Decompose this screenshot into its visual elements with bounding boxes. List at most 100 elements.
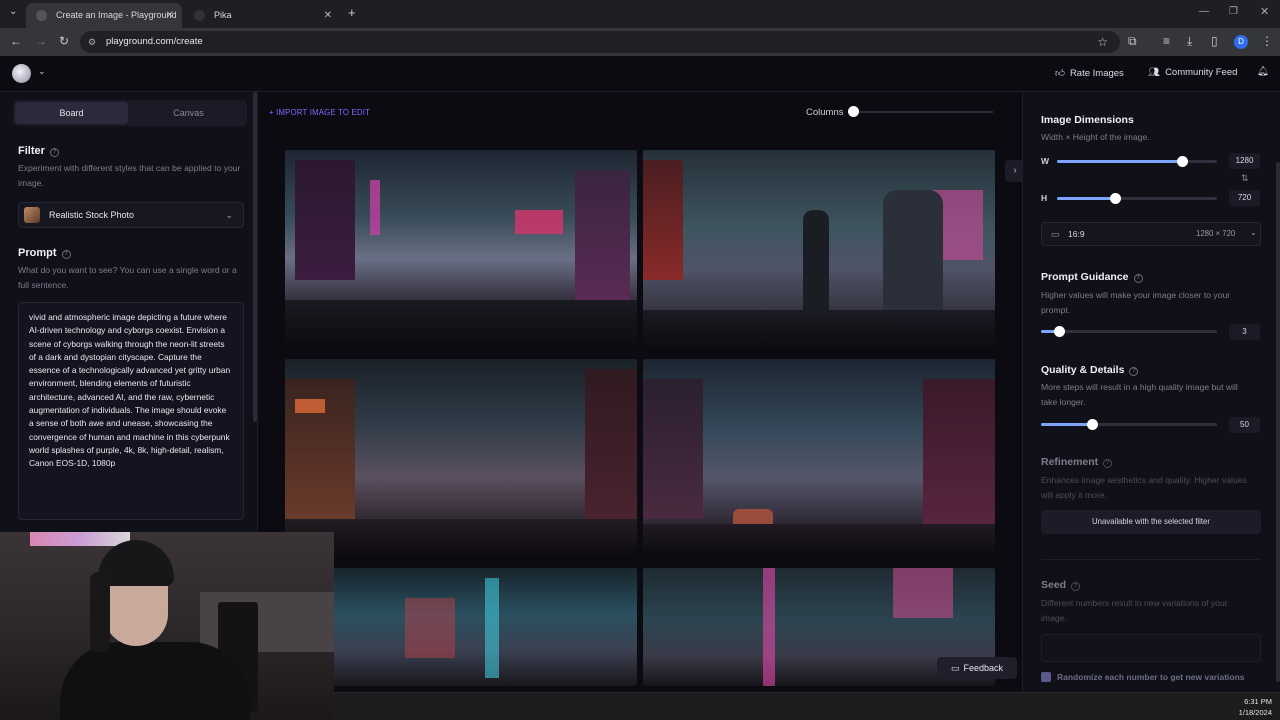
seed-title-text: Seed	[1041, 579, 1067, 591]
aspect-ratio-detail: 1280 × 720	[1196, 229, 1236, 238]
tab-playground[interactable]: Create an Image - Playground ✕	[26, 3, 182, 28]
playground-logo[interactable]	[12, 64, 31, 83]
chevron-down-icon: ⌄	[1250, 228, 1257, 237]
bookmark-star-icon[interactable]: ☆	[1097, 31, 1108, 53]
url-text: playground.com/create	[106, 36, 203, 47]
prompt-guidance-slider[interactable]	[1041, 326, 1217, 337]
webcam-lights	[30, 532, 130, 546]
tab-board[interactable]: Board	[15, 102, 128, 124]
side-panel-icon[interactable]: ▯	[1211, 34, 1218, 48]
extensions-icon[interactable]: ⧉	[1128, 34, 1137, 49]
image-dimensions-title: Image Dimensions	[1041, 114, 1134, 126]
new-tab-icon[interactable]: +	[348, 5, 356, 20]
height-label: H	[1041, 193, 1048, 203]
seed-help-icon[interactable]: ?	[1071, 582, 1081, 591]
chevron-down-icon: ⌄	[225, 210, 233, 220]
refinement-unavailable-button: Unavailable with the selected filter	[1041, 510, 1261, 534]
feedback-label: Feedback	[963, 663, 1004, 673]
address-bar-row: ← → ↻ ⚙ playground.com/create ☆ ⧉ ≡ ⤓ ▯ …	[0, 28, 1280, 56]
filter-help-icon[interactable]: ?	[49, 148, 59, 157]
swap-dimensions-icon[interactable]: ⇅	[1241, 173, 1249, 184]
thumbs-up-icon: 👍︎	[1055, 68, 1065, 79]
columns-label: Columns	[806, 107, 844, 118]
community-feed-button[interactable]: 👥︎ Community Feed	[1148, 67, 1237, 78]
refinement-title: Refinement?	[1041, 456, 1113, 468]
right-panel-scrollbar[interactable]	[1276, 162, 1280, 682]
aspect-rectangle-icon: ▭	[1051, 229, 1060, 239]
quality-details-value[interactable]: 50	[1229, 417, 1260, 433]
quality-details-handle[interactable]	[1087, 419, 1098, 430]
restore-icon[interactable]: ❐	[1229, 6, 1238, 17]
image-dimensions-description: Width × Height of the image.	[1041, 132, 1150, 142]
app-header: ⌄ 👍︎ Rate Images 👥︎ Community Feed 🔔︎	[0, 56, 1280, 92]
generated-image-4[interactable]	[643, 359, 995, 557]
webcam-person-hair	[90, 572, 110, 652]
left-panel-scrollbar[interactable]	[253, 92, 257, 422]
tab-list-chevron-icon[interactable]: ⌄	[9, 6, 17, 17]
height-slider-handle[interactable]	[1110, 193, 1121, 204]
close-tab-icon[interactable]: ✕	[166, 3, 174, 28]
seed-input[interactable]	[1041, 634, 1261, 662]
refinement-help-icon[interactable]: ?	[1103, 459, 1113, 468]
tab-pika[interactable]: Pika ✕	[184, 3, 340, 28]
account-menu-chevron-icon[interactable]: ⌄	[38, 66, 46, 77]
site-info-icon[interactable]: ⚙	[88, 31, 96, 53]
feedback-button[interactable]: ▭ Feedback	[937, 657, 1017, 679]
browser-menu-icon[interactable]: ⋮	[1261, 34, 1273, 48]
prompt-textarea[interactable]: vivid and atmospheric image depicting a …	[18, 302, 244, 520]
aspect-ratio-label: 16:9	[1068, 229, 1085, 239]
tab-canvas[interactable]: Canvas	[132, 102, 245, 124]
aspect-ratio-select[interactable]: ▭ 16:9 1280 × 720 ⌄	[1041, 222, 1261, 246]
prompt-title: Prompt?	[18, 247, 71, 259]
height-value[interactable]: 720	[1229, 190, 1260, 206]
prompt-guidance-handle[interactable]	[1054, 326, 1065, 337]
quality-details-help-icon[interactable]: ?	[1129, 367, 1139, 376]
prompt-description: What do you want to see? You can use a s…	[18, 265, 237, 290]
tab-label: Pika	[214, 10, 232, 20]
os-taskbar: 6:31 PM 1/18/2024	[334, 692, 1280, 720]
rate-images-label: Rate Images	[1069, 68, 1124, 79]
download-icon[interactable]: ⤓	[1187, 34, 1192, 49]
seed-description: Different numbers result in new variatio…	[1041, 598, 1228, 623]
filter-selected-label: Realistic Stock Photo	[49, 210, 135, 220]
back-icon[interactable]: ←	[10, 34, 22, 48]
reload-icon[interactable]: ↻	[59, 34, 69, 48]
columns-slider[interactable]	[850, 111, 993, 113]
prompt-guidance-value[interactable]: 3	[1229, 324, 1260, 340]
generated-image-1[interactable]	[285, 150, 637, 348]
width-slider[interactable]	[1057, 156, 1217, 167]
width-value[interactable]: 1280	[1229, 153, 1260, 169]
filter-select[interactable]: Realistic Stock Photo ⌄	[18, 202, 244, 228]
generated-image-2[interactable]	[643, 150, 995, 348]
minimize-icon[interactable]: —	[1199, 6, 1209, 17]
prompt-help-icon[interactable]: ?	[61, 250, 71, 259]
url-input[interactable]: ⚙ playground.com/create ☆	[80, 31, 1120, 53]
notifications-bell-icon[interactable]: 🔔︎	[1257, 66, 1269, 77]
generated-image-3[interactable]	[285, 359, 637, 557]
quality-details-title: Quality & Details?	[1041, 364, 1139, 376]
rate-images-button[interactable]: 👍︎ Rate Images	[1055, 67, 1124, 79]
prompt-guidance-help-icon[interactable]: ?	[1133, 274, 1143, 283]
width-slider-fill	[1057, 160, 1182, 163]
media-icon[interactable]: ≡	[1163, 34, 1170, 48]
randomize-seed-checkbox[interactable]	[1041, 672, 1051, 682]
comment-icon: ▭	[950, 663, 960, 673]
profile-avatar[interactable]: D	[1234, 35, 1248, 49]
playground-favicon-icon	[36, 10, 47, 21]
height-slider-fill	[1057, 197, 1115, 200]
filter-description: Experiment with different styles that ca…	[18, 163, 241, 188]
prompt-guidance-description: Higher values will make your image close…	[1041, 290, 1231, 315]
generated-image-5[interactable]	[285, 568, 637, 686]
import-image-button[interactable]: + IMPORT IMAGE TO EDIT	[269, 108, 370, 117]
columns-slider-handle[interactable]	[848, 106, 859, 117]
forward-icon[interactable]: →	[35, 34, 47, 48]
height-slider[interactable]	[1057, 193, 1217, 204]
system-clock[interactable]: 6:31 PM 1/18/2024	[1239, 696, 1272, 718]
quality-details-slider[interactable]	[1041, 419, 1217, 430]
close-tab-icon[interactable]: ✕	[324, 3, 332, 28]
width-slider-handle[interactable]	[1177, 156, 1188, 167]
divider	[1041, 559, 1261, 560]
refinement-title-text: Refinement	[1041, 456, 1099, 468]
close-window-icon[interactable]: ✕	[1260, 5, 1269, 18]
prompt-title-text: Prompt	[18, 247, 57, 259]
